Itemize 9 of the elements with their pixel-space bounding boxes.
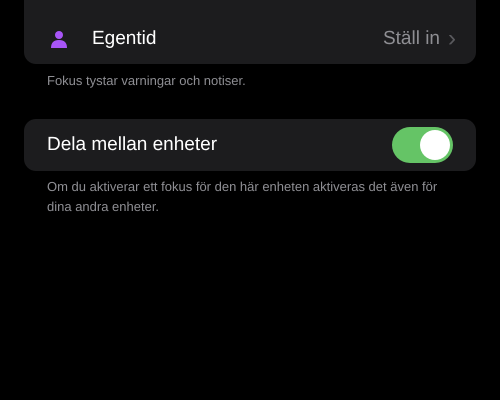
footer-note: Om du aktiverar ett fokus för den här enheten aktiveras det även för dina andra enheter. [46,178,438,216]
focus-label: Egentid [92,26,156,51]
person-icon [50,30,68,48]
footer-note: Fokus tystar varningar och notiser. [46,72,247,90]
share-toggle[interactable] [392,127,453,163]
share-label: Dela mellan enheter [47,132,218,157]
chevron-icon: › [448,27,456,51]
focus-value: Ställ in [382,26,440,51]
focus-row[interactable]: Egentid Ställ in › [24,14,476,64]
